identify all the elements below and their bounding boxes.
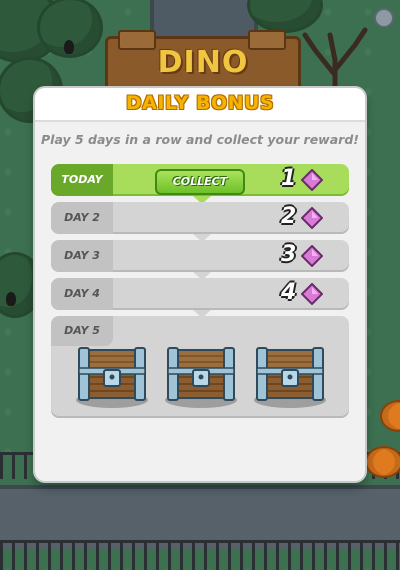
treasure-chest-icon (165, 347, 237, 408)
dialog-subtitle: Play 5 days in a row and collect your re… (41, 132, 359, 147)
reward-amount: 4 (281, 280, 297, 305)
gem-icon (301, 207, 323, 229)
gem-icon (301, 283, 323, 305)
reward-amount: 3 (281, 242, 297, 267)
gem-icon (301, 245, 323, 267)
treasure-chest-icon (76, 347, 148, 408)
treasure-chest-icon (254, 347, 326, 408)
reward-row-day-3: DAY 3 3 (51, 240, 349, 280)
dialog-header: DAILY BONUS (35, 88, 365, 122)
reward-row-day-5: DAY 5 (51, 316, 349, 418)
reward-row-today: TODAY COLLECT 1 (51, 164, 349, 204)
day-label: DAY 3 (64, 249, 100, 262)
day-label: TODAY (61, 173, 103, 186)
reward-amount: 1 (281, 166, 297, 191)
day-label: DAY 5 (64, 324, 100, 337)
reward-row-day-2: DAY 2 2 (51, 202, 349, 242)
dialog-title: DAILY BONUS (125, 92, 275, 114)
daily-bonus-dialog: DAILY BONUS Play 5 days in a row and col… (35, 88, 365, 481)
reward-amount: 2 (281, 204, 297, 229)
reward-row-day-4: DAY 4 4 (51, 278, 349, 318)
gem-icon (301, 169, 323, 191)
day-label: DAY 2 (64, 211, 100, 224)
day-label: DAY 4 (64, 287, 100, 300)
collect-button[interactable]: COLLECT (155, 169, 245, 195)
